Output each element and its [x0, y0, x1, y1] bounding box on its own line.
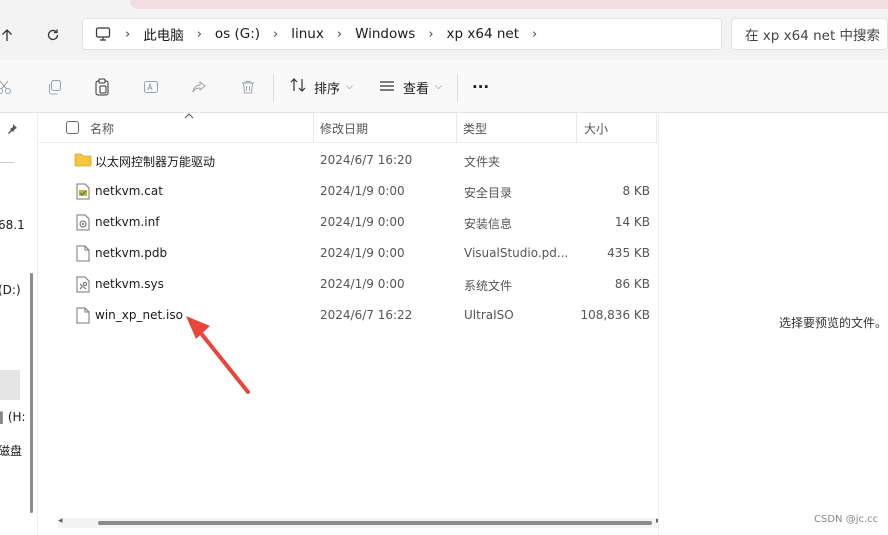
file-name: netkvm.sys — [95, 277, 164, 291]
folder-icon — [74, 153, 92, 167]
file-size: 14 KB — [614, 215, 650, 229]
file-row[interactable]: 以太网控制器万能驱动 2024/6/7 16:20 文件夹 — [38, 145, 658, 176]
paste-icon[interactable] — [94, 76, 110, 98]
breadcrumb-separator[interactable]: › — [273, 27, 278, 42]
file-size: 8 KB — [622, 184, 650, 198]
pin-icon — [6, 123, 18, 138]
column-header-name[interactable]: 名称 — [90, 120, 114, 137]
file-type: VisualStudio.pd... — [464, 246, 569, 260]
navigation-pane: 68.1 (D:) ‖ (H: 磁盘 — [0, 113, 38, 535]
breadcrumb-drive-g[interactable]: os (G:) — [215, 26, 260, 42]
file-list: 名称 修改日期 类型 大小 以太网控制器万能驱动 2024/6/7 16:20 … — [38, 113, 661, 535]
file-type: 安全目录 — [464, 186, 513, 200]
file-name: netkvm.inf — [95, 215, 160, 229]
setup-info-icon — [76, 214, 90, 231]
computer-icon — [95, 27, 111, 41]
rename-icon[interactable] — [143, 76, 159, 98]
share-icon[interactable] — [191, 76, 207, 98]
navigation-bar: › 此电脑 › os (G:) › linux › Windows › xp x… — [0, 12, 888, 60]
column-resize-handle[interactable] — [656, 113, 657, 143]
sort-label: 排序 — [314, 81, 341, 97]
file-name: netkvm.pdb — [95, 246, 168, 260]
security-catalog-icon — [76, 183, 90, 200]
file-size: 435 KB — [607, 246, 650, 260]
file-modified: 2024/6/7 16:20 — [320, 153, 413, 167]
watermark: CSDN @jc.cc — [814, 514, 879, 525]
file-type: 安装信息 — [464, 217, 513, 231]
file-row[interactable]: win_xp_net.iso 2024/6/7 16:22 UltraISO 1… — [38, 300, 658, 331]
breadcrumb-separator[interactable]: › — [125, 27, 130, 42]
copy-icon[interactable] — [47, 76, 63, 98]
column-resize-handle[interactable] — [576, 113, 577, 143]
file-icon — [76, 245, 90, 262]
sort-button[interactable]: 排序 ⌵ — [290, 76, 353, 98]
column-header-type[interactable]: 类型 — [463, 120, 487, 137]
breadcrumb-separator[interactable]: › — [532, 27, 537, 42]
preview-pane: 选择要预览的文件。 — [658, 113, 888, 535]
column-header-size[interactable]: 大小 — [584, 120, 608, 137]
file-row[interactable]: netkvm.pdb 2024/1/9 0:00 VisualStudio.pd… — [38, 238, 658, 269]
column-resize-handle[interactable] — [456, 113, 457, 143]
view-button[interactable]: 查看 ⌵ — [379, 76, 442, 98]
file-modified: 2024/1/9 0:00 — [320, 215, 405, 229]
more-options-button[interactable]: ··· — [472, 76, 489, 98]
command-bar: 排序 ⌵ 查看 ⌵ ··· — [0, 60, 888, 113]
breadcrumb-linux[interactable]: linux — [291, 26, 324, 42]
file-modified: 2024/1/9 0:00 — [320, 184, 405, 198]
file-modified: 2024/1/9 0:00 — [320, 277, 405, 291]
view-label: 查看 — [403, 81, 430, 97]
nav-item-drive-h[interactable]: ‖ (H: — [0, 410, 26, 424]
file-modified: 2024/1/9 0:00 — [320, 246, 405, 260]
file-name: netkvm.cat — [95, 184, 163, 198]
toolbar-divider — [273, 74, 274, 102]
breadcrumb-separator[interactable]: › — [337, 27, 342, 42]
horizontal-scrollbar[interactable]: ◂ ▸ — [58, 516, 661, 528]
nav-item-drive-d[interactable]: (D:) — [0, 283, 21, 297]
file-icon — [76, 307, 90, 324]
nav-item-disk[interactable]: 磁盘 — [0, 442, 22, 459]
column-header-row: 名称 修改日期 类型 大小 — [38, 113, 658, 143]
file-row[interactable]: netkvm.sys 2024/1/9 0:00 系统文件 86 KB — [38, 269, 658, 300]
refresh-icon[interactable] — [40, 22, 66, 48]
file-type: 文件夹 — [464, 155, 501, 169]
sort-ascending-icon — [184, 111, 194, 122]
nav-item-network-location[interactable]: 68.1 — [0, 218, 25, 232]
pane-divider — [0, 162, 14, 163]
active-tab-strip — [130, 0, 888, 9]
scroll-left-icon[interactable]: ◂ — [58, 516, 63, 526]
up-arrow-icon[interactable] — [0, 22, 20, 48]
file-size: 108,836 KB — [580, 308, 650, 322]
preview-message: 选择要预览的文件。 — [779, 316, 888, 330]
scrollbar-thumb[interactable] — [98, 521, 652, 525]
breadcrumb-xp-x64-net[interactable]: xp x64 net — [447, 26, 519, 42]
toolbar-divider — [457, 74, 458, 102]
file-type: 系统文件 — [464, 279, 513, 293]
file-name: 以太网控制器万能驱动 — [95, 155, 216, 169]
chevron-down-icon: ⌵ — [435, 82, 442, 92]
breadcrumb-windows[interactable]: Windows — [355, 26, 415, 42]
chevron-down-icon: ⌵ — [346, 82, 353, 92]
search-input[interactable]: 在 xp x64 net 中搜索 — [731, 18, 888, 50]
title-strip — [0, 0, 888, 12]
breadcrumb-separator[interactable]: › — [428, 27, 433, 42]
address-bar[interactable]: › 此电脑 › os (G:) › linux › Windows › xp x… — [82, 18, 722, 50]
file-type: UltraISO — [464, 308, 514, 322]
file-row[interactable]: netkvm.cat 2024/1/9 0:00 安全目录 8 KB — [38, 176, 658, 207]
breadcrumb-this-pc[interactable]: 此电脑 — [143, 24, 184, 44]
file-modified: 2024/6/7 16:22 — [320, 308, 413, 322]
cut-icon[interactable] — [0, 76, 12, 98]
system-file-icon — [76, 276, 90, 293]
column-resize-handle[interactable] — [313, 113, 314, 143]
view-list-icon — [379, 78, 395, 96]
nav-scrollbar[interactable] — [30, 273, 33, 513]
file-size: 86 KB — [614, 277, 650, 291]
sort-icon — [290, 78, 306, 96]
nav-item-selected[interactable] — [0, 370, 20, 400]
column-header-modified[interactable]: 修改日期 — [320, 120, 368, 137]
file-name: win_xp_net.iso — [95, 308, 183, 322]
delete-icon[interactable] — [240, 76, 256, 98]
breadcrumb-separator[interactable]: › — [197, 27, 202, 42]
select-all-checkbox[interactable] — [66, 121, 79, 134]
file-row[interactable]: netkvm.inf 2024/1/9 0:00 安装信息 14 KB — [38, 207, 658, 238]
